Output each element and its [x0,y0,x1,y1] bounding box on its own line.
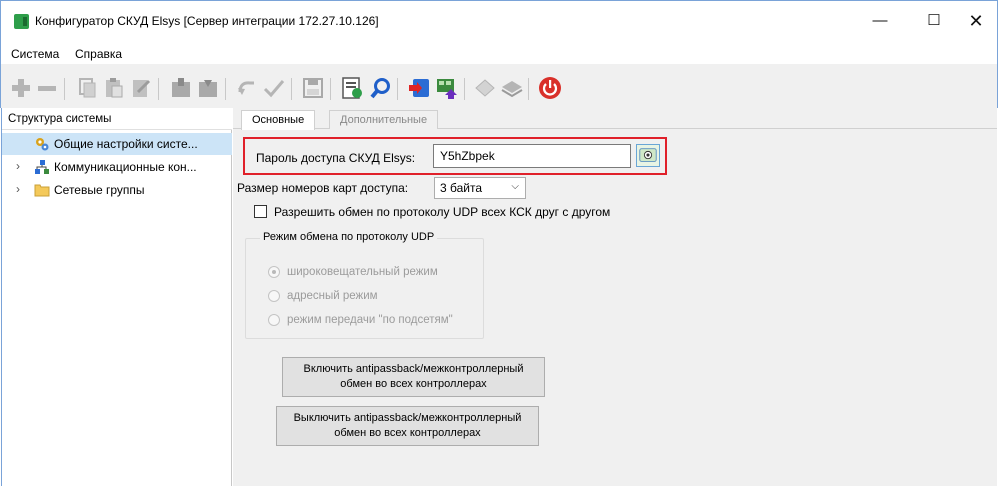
undo-icon[interactable] [235,76,259,100]
gears-icon [34,136,50,152]
toolbar-separator [225,78,226,100]
power-icon[interactable] [538,76,562,100]
tree-header: Структура системы [2,108,232,130]
toolbar-separator [397,78,398,100]
enable-antipassback-button[interactable]: Включить antipassback/межконтроллерный о… [282,357,545,397]
enable-antipassback-line2: обмен во всех контроллерах [340,378,487,390]
enable-antipassback-line1: Включить antipassback/межконтроллерный [303,363,524,375]
tab-main[interactable]: Основные [241,110,316,130]
system-tree-panel: Структура системы Общие настройки систе.… [1,108,232,486]
radio-broadcast-label: широковещательный режим [287,266,438,278]
download-icon[interactable] [196,76,220,100]
tree-item-communication[interactable]: › Коммуникационные кон... [2,156,232,178]
udp-exchange-label: Разрешить обмен по протоколу UDP всех КС… [274,205,611,219]
menu-help[interactable]: Справка [75,47,122,61]
minimize-button[interactable]: — [857,5,903,37]
diamond-icon[interactable] [473,76,497,100]
properties-icon[interactable] [340,76,364,100]
tree-header-label: Структура системы [8,113,112,125]
paste-icon[interactable] [102,76,126,100]
app-icon [14,14,29,29]
toolbar-separator [528,78,529,100]
chevron-down-icon: ⌵ [511,181,519,192]
toolbar-separator [64,78,65,100]
tree-item-general-settings[interactable]: Общие настройки систе... [2,133,232,155]
udp-mode-group-title: Режим обмена по протоколу UDP [260,231,438,243]
show-password-button[interactable] [636,144,660,167]
import-icon[interactable] [407,76,431,100]
card-size-label: Размер номеров карт доступа: [237,181,409,195]
radio-address-label: адресный режим [287,290,378,302]
add-icon[interactable] [9,76,33,100]
disable-antipassback-line2: обмен во всех контроллерах [334,427,481,439]
tree-item-label: Коммуникационные кон... [54,160,197,174]
save-icon[interactable] [301,76,325,100]
copy-icon[interactable] [75,76,99,100]
radio-subnet-label: режим передачи "по подсетям" [287,314,453,326]
menu-system[interactable]: Система [11,47,59,61]
title-bar: Конфигуратор СКУД Elsys [Сервер интеграц… [0,0,998,40]
clear-icon[interactable] [129,76,153,100]
close-button[interactable]: ✕ [953,5,998,37]
toolbar-separator [158,78,159,100]
toolbar-separator [291,78,292,100]
layer-icon[interactable] [500,76,524,100]
search-icon[interactable] [369,76,393,100]
password-input[interactable] [433,144,631,168]
export-icon[interactable] [435,76,459,100]
upload-icon[interactable] [169,76,193,100]
window-title: Конфигуратор СКУД Elsys [Сервер интеграц… [35,14,379,28]
radio-subnet[interactable] [268,314,280,326]
menu-bar: Система Справка [0,40,998,64]
card-size-select[interactable]: 3 байта ⌵ [434,177,526,199]
chevron-right-icon[interactable]: › [16,159,20,173]
chevron-right-icon[interactable]: › [16,182,20,196]
radio-address[interactable] [268,290,280,302]
toolbar-separator [330,78,331,100]
tree-item-label: Сетевые группы [54,183,145,197]
toolbar [0,64,998,108]
maximize-button[interactable]: ☐ [911,5,957,37]
card-size-value: 3 байта [440,181,483,195]
tree-item-label: Общие настройки систе... [54,137,198,151]
tree-item-network-groups[interactable]: › Сетевые группы [2,179,232,201]
remove-icon[interactable] [35,76,59,100]
disable-antipassback-button[interactable]: Выключить antipassback/межконтроллерный … [276,406,539,446]
udp-exchange-checkbox[interactable] [254,205,267,218]
apply-icon[interactable] [262,76,286,100]
eye-icon [639,148,657,162]
disable-antipassback-line1: Выключить antipassback/межконтроллерный [293,412,522,424]
toolbar-separator [464,78,465,100]
password-label: Пароль доступа СКУД Elsys: [256,151,416,165]
radio-broadcast[interactable] [268,266,280,278]
folder-icon [34,182,50,198]
network-icon [34,159,50,175]
tab-extra[interactable]: Дополнительные [329,110,439,129]
